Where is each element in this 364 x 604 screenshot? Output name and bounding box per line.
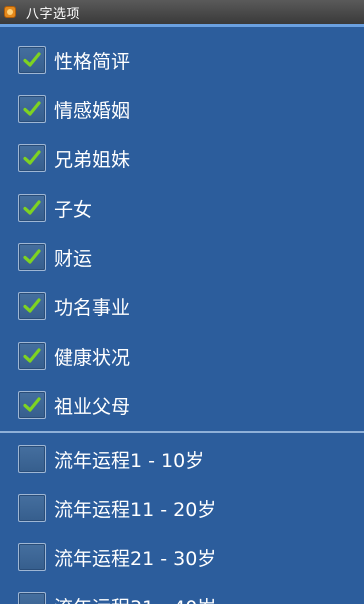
option-row[interactable]: 祖业父母	[0, 381, 364, 429]
checkbox-checked[interactable]	[18, 292, 46, 320]
option-row[interactable]: 情感婚姻	[0, 85, 364, 133]
option-label: 流年运程31 - 40岁	[54, 593, 216, 604]
group-divider	[0, 431, 364, 433]
window-title: 八字选项	[26, 6, 81, 22]
checkbox-checked[interactable]	[18, 243, 46, 271]
option-label: 子女	[54, 198, 93, 221]
option-label: 财运	[54, 247, 93, 270]
checkbox-unchecked[interactable]	[18, 543, 46, 571]
checkmark-icon	[23, 348, 41, 363]
options-list[interactable]: 性格简评 情感婚姻 兄弟姐妹 子女 财运 功名事业 健康状况 祖业父母 流年运程1 - 10岁流…	[0, 27, 364, 604]
option-row[interactable]: 流年运程11 - 20岁	[0, 484, 364, 532]
checkbox-checked[interactable]	[18, 144, 46, 172]
option-row[interactable]: 性格简评	[0, 36, 364, 84]
checkbox-checked[interactable]	[18, 95, 46, 123]
checkmark-icon	[23, 150, 41, 165]
checkbox-unchecked[interactable]	[18, 494, 46, 522]
checkmark-icon	[23, 397, 41, 412]
option-row[interactable]: 流年运程21 - 30岁	[0, 533, 364, 581]
option-row[interactable]: 兄弟姐妹	[0, 134, 364, 182]
option-label: 情感婚姻	[54, 99, 131, 122]
checkmark-icon	[23, 298, 41, 313]
option-label: 流年运程21 - 30岁	[54, 547, 217, 570]
checkbox-checked[interactable]	[18, 46, 46, 74]
title-bar: 八字选项	[0, 0, 364, 24]
checkmark-icon	[23, 200, 41, 215]
option-label: 流年运程11 - 20岁	[54, 498, 217, 521]
checkmark-icon	[23, 101, 41, 116]
option-label: 健康状况	[54, 346, 131, 369]
option-row[interactable]: 功名事业	[0, 282, 364, 330]
option-row[interactable]: 财运	[0, 233, 364, 281]
option-row[interactable]: 子女	[0, 184, 364, 232]
option-label: 功名事业	[54, 296, 131, 319]
checkmark-icon	[23, 52, 41, 67]
checkbox-unchecked[interactable]	[18, 445, 46, 473]
checkbox-checked[interactable]	[18, 194, 46, 222]
checkbox-unchecked[interactable]	[18, 592, 46, 604]
option-row[interactable]: 流年运程1 - 10岁	[0, 435, 364, 483]
option-row[interactable]: 健康状况	[0, 332, 364, 380]
checkbox-checked[interactable]	[18, 342, 46, 370]
checkbox-checked[interactable]	[18, 391, 46, 419]
option-label: 性格简评	[54, 50, 131, 73]
option-label: 流年运程1 - 10岁	[54, 449, 205, 472]
checkmark-icon	[23, 249, 41, 264]
option-label: 兄弟姐妹	[54, 148, 131, 171]
app-icon	[4, 6, 16, 18]
option-label: 祖业父母	[54, 395, 131, 418]
option-row[interactable]: 流年运程31 - 40岁	[0, 582, 364, 604]
